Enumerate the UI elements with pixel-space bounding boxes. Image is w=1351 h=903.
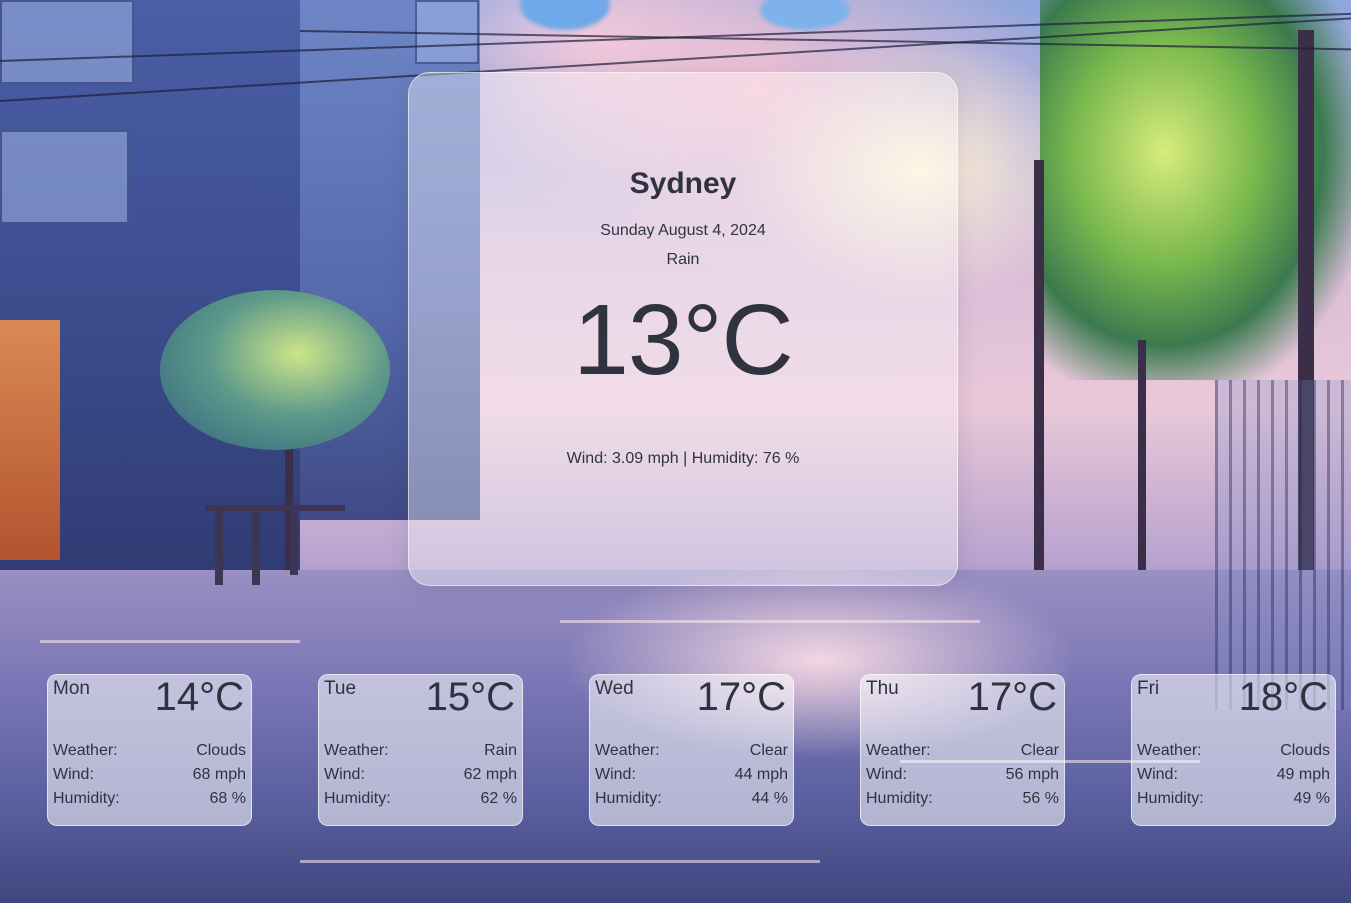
current-weather-card: Sydney Sunday August 4, 2024 Rain 13°C W… [408,72,958,586]
humidity-value: 68 % [209,790,246,807]
current-date: Sunday August 4, 2024 [600,222,766,239]
weather-value: Rain [484,742,517,759]
forecast-card-tue: Tue 15°C Weather: Rain Wind: 62 mph Humi… [318,674,523,826]
forecast-weather-row: Weather: Clouds [53,742,246,762]
building-window [0,130,129,224]
shop-front [0,320,60,560]
weather-label: Weather: [1137,742,1202,759]
humidity-label: Humidity: [53,790,120,807]
wind-label: Wind: [866,766,907,783]
forecast-weather-row: Weather: Rain [324,742,517,762]
forecast-day: Tue [324,678,357,699]
weather-label: Weather: [53,742,118,759]
railing-post [290,505,298,575]
forecast-wind-row: Wind: 62 mph [324,766,517,786]
forecast-wind-row: Wind: 44 mph [595,766,788,786]
sky-patch [520,0,610,30]
weather-label: Weather: [324,742,389,759]
wind-value: 44 mph [734,766,788,783]
sky-patch [760,0,850,30]
forecast-humidity-row: Humidity: 49 % [1137,790,1330,810]
railing-post [252,505,260,585]
forecast-temperature: 15°C [425,675,515,719]
forecast-temperature: 18°C [1238,675,1328,719]
forecast-weather-row: Weather: Clear [595,742,788,762]
forecast-day: Mon [53,678,90,699]
wind-label: Wind: [595,766,636,783]
forecast-temperature: 17°C [967,675,1057,719]
forecast-card-thu: Thu 17°C Weather: Clear Wind: 56 mph Hum… [860,674,1065,826]
humidity-label: Humidity: [595,790,662,807]
forecast-day: Thu [866,678,899,699]
forecast-humidity-row: Humidity: 56 % [866,790,1059,810]
forecast-wind-row: Wind: 49 mph [1137,766,1330,786]
puddle-reflection [300,860,820,863]
railing-post [215,505,223,585]
forecast-weather-row: Weather: Clear [866,742,1059,762]
wind-humidity-details: Wind: 3.09 mph | Humidity: 76 % [566,450,800,467]
wind-value: 56 mph [1005,766,1059,783]
forecast-weather-row: Weather: Clouds [1137,742,1330,762]
forecast-day: Wed [595,678,634,699]
humidity-label: Humidity: [866,790,933,807]
railing [205,505,345,511]
puddle-reflection [40,640,300,643]
forecast-temperature: 14°C [154,675,244,719]
humidity-value: 44 % [751,790,788,807]
humidity-label: Humidity: [1137,790,1204,807]
weather-condition: Rain [666,251,700,268]
weather-label: Weather: [595,742,660,759]
forecast-card-mon: Mon 14°C Weather: Clouds Wind: 68 mph Hu… [47,674,252,826]
current-temperature: 13°C [573,284,793,396]
wind-label: Wind: [1137,766,1178,783]
weather-value: Clear [1020,742,1059,759]
forecast-card-fri: Fri 18°C Weather: Clouds Wind: 49 mph Hu… [1131,674,1336,826]
wind-value: 68 mph [192,766,246,783]
humidity-value: 62 % [480,790,517,807]
forecast-humidity-row: Humidity: 44 % [595,790,788,810]
weather-value: Clear [749,742,788,759]
humidity-value: 56 % [1022,790,1059,807]
weather-value: Clouds [1280,742,1330,759]
forecast-wind-row: Wind: 68 mph [53,766,246,786]
wind-label: Wind: [53,766,94,783]
forecast-day: Fri [1137,678,1160,699]
forecast-temperature: 17°C [696,675,786,719]
wind-label: Wind: [324,766,365,783]
forecast-card-wed: Wed 17°C Weather: Clear Wind: 44 mph Hum… [589,674,794,826]
puddle-reflection [560,620,980,623]
forecast-humidity-row: Humidity: 62 % [324,790,517,810]
building-window [0,0,134,84]
forecast-humidity-row: Humidity: 68 % [53,790,246,810]
weather-value: Clouds [196,742,246,759]
city-name: Sydney [629,167,737,200]
humidity-label: Humidity: [324,790,391,807]
humidity-value: 49 % [1293,790,1330,807]
wind-value: 49 mph [1276,766,1330,783]
tree-left [160,290,390,450]
fence-right [1215,380,1351,710]
wind-value: 62 mph [463,766,517,783]
forecast-wind-row: Wind: 56 mph [866,766,1059,786]
weather-label: Weather: [866,742,931,759]
